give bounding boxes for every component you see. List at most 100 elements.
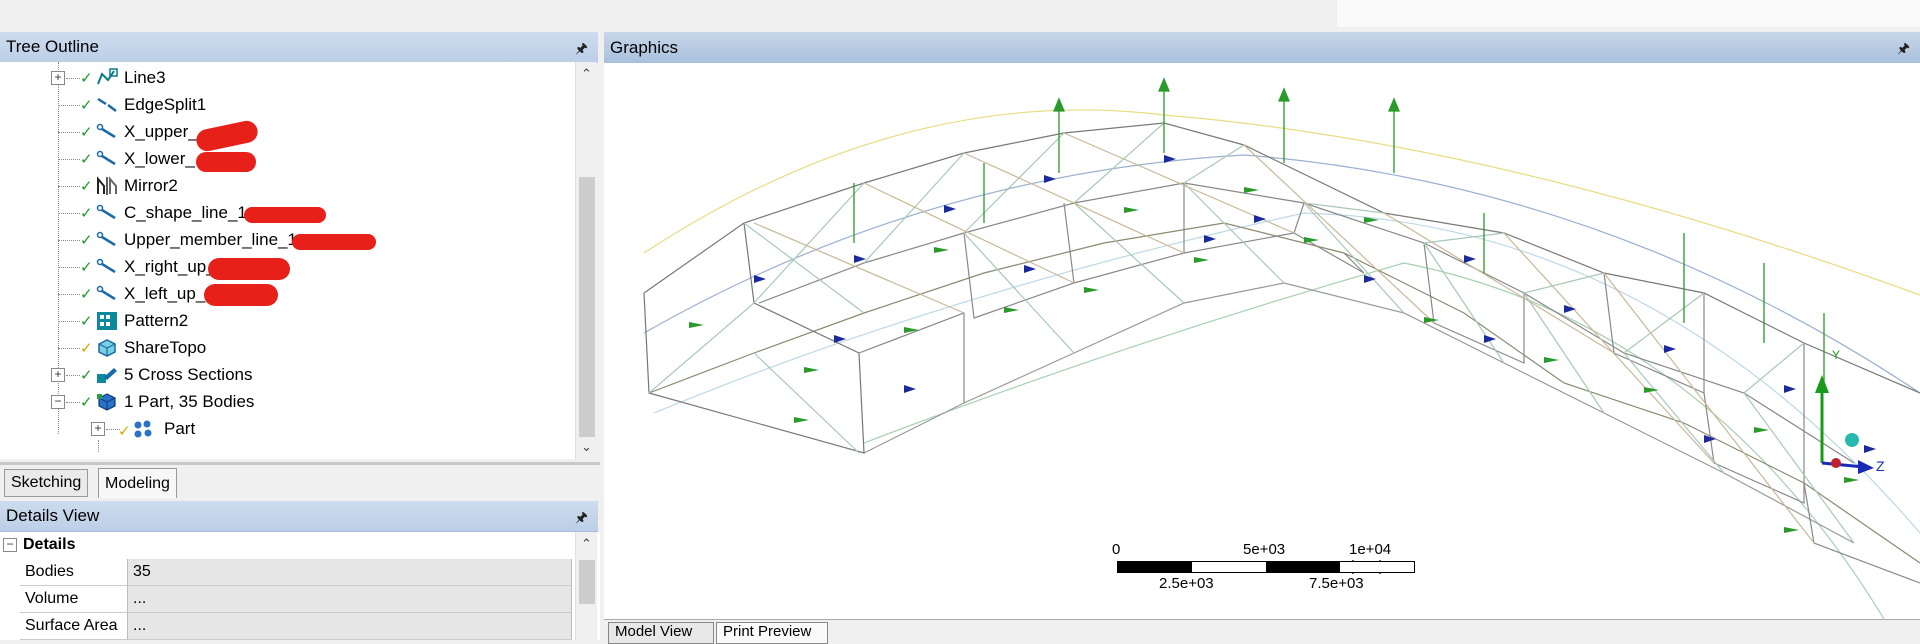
check-icon: ✓ (80, 70, 93, 87)
tree-item-label: Pattern2 (124, 311, 189, 330)
tree-connector (58, 294, 80, 295)
details-row-value: 35 (128, 559, 572, 586)
details-row-surface-area[interactable]: Surface Area ... (0, 613, 572, 640)
tree-connector (58, 348, 80, 349)
graphics-bottom-tabs: Model View Print Preview (604, 619, 1920, 644)
tree-item-label: 5 Cross Sections (124, 365, 253, 384)
tab-modeling[interactable]: Modeling (98, 468, 177, 498)
model-viewport[interactable]: Y Z (604, 63, 1920, 619)
scroll-thumb[interactable] (579, 560, 595, 604)
tree-item-label: EdgeSplit1 (124, 95, 207, 114)
redaction-mark (208, 258, 290, 280)
details-scrollbar[interactable]: ⌃ (575, 532, 597, 640)
pin-icon[interactable]: 🖈 (575, 507, 588, 531)
tree-connector (58, 105, 80, 106)
check-icon: ✓ (80, 340, 93, 357)
line-body-icon (96, 123, 116, 139)
part-icon (134, 420, 152, 438)
tree-connector (66, 402, 80, 403)
details-view-header: Details View 🖈 (0, 501, 598, 532)
line-body-icon (96, 150, 116, 166)
details-row-volume[interactable]: Volume ... (0, 586, 572, 613)
expand-icon[interactable]: + (91, 422, 105, 436)
tree-item-pattern2[interactable]: ✓ Pattern2 (0, 308, 575, 335)
details-view-title: Details View (6, 506, 100, 525)
check-icon: ✓ (80, 205, 93, 222)
tree-item-label: C_shape_line_1 (124, 203, 247, 222)
pin-icon[interactable]: 🖈 (575, 38, 588, 62)
scale-bar-graphic (1117, 561, 1415, 573)
check-icon: ✓ (118, 423, 131, 440)
scroll-down-icon[interactable]: ⌄ (581, 439, 592, 455)
details-row-bodies[interactable]: Bodies 35 (0, 559, 572, 586)
check-icon: ✓ (80, 394, 93, 411)
tree-connector (58, 159, 80, 160)
scroll-up-icon[interactable]: ⌃ (581, 536, 592, 552)
details-row-name: Bodies (20, 559, 128, 586)
tree-outline-header: Tree Outline 🖈 (0, 32, 598, 63)
tree-item-x-left-up[interactable]: ✓ X_left_up_ (0, 281, 575, 308)
edge-split-icon (97, 97, 117, 112)
details-view: − Details Bodies 35 Volume ... Surface A… (0, 532, 600, 640)
mode-tabs: Sketching Modeling (0, 462, 600, 498)
tree-connector (58, 213, 80, 214)
tree-connector (66, 78, 80, 79)
tree-item-part-bodies[interactable]: − ✓ 1 Part, 35 Bodies (0, 389, 575, 416)
top-strip-highlight (1337, 0, 1920, 27)
check-icon: ✓ (80, 124, 93, 141)
redaction-mark (292, 234, 376, 250)
tree-item-label: X_upper_ (124, 122, 198, 141)
tree-item-mirror2[interactable]: ✓ Mirror2 (0, 173, 575, 200)
tree-connector (58, 321, 80, 322)
redaction-mark (244, 207, 326, 223)
tab-print-preview[interactable]: Print Preview (716, 622, 828, 644)
collapse-icon[interactable]: − (51, 395, 65, 409)
check-icon: ✓ (80, 367, 93, 384)
tree-connector (58, 240, 80, 241)
redaction-mark (196, 152, 256, 172)
pin-icon[interactable]: 🖈 (1897, 38, 1910, 62)
tree-item-label: Mirror2 (124, 176, 178, 195)
axis-triad: Y Z (1815, 348, 1885, 474)
tree-item-part[interactable]: + ✓ Part (0, 416, 575, 443)
tree-scrollbar[interactable]: ⌃ ⌄ (575, 62, 597, 459)
tree-item-upper-member-line[interactable]: ✓ Upper_member_line_1 (0, 227, 575, 254)
scale-label-0: 0 (1112, 541, 1121, 558)
tree-item-x-upper[interactable]: ✓ X_upper_ (0, 119, 575, 146)
left-column: Tree Outline 🖈 + ✓ Line3 ✓ EdgeSplit1 ✓ … (0, 30, 600, 640)
line-body-icon (96, 231, 116, 247)
tree-item-x-lower[interactable]: ✓ X_lower_ (0, 146, 575, 173)
load-arrows-green (853, 77, 1825, 393)
details-row-name: Surface Area (20, 613, 128, 640)
tab-model-view[interactable]: Model View (608, 622, 714, 644)
tree-item-edgesplit1[interactable]: ✓ EdgeSplit1 (0, 92, 575, 119)
tree-outline: + ✓ Line3 ✓ EdgeSplit1 ✓ X_upper_ ✓ X_lo… (0, 62, 575, 459)
tree-item-label: X_left_up_ (124, 284, 206, 303)
scale-bar: 0 5e+03 1e+04 (mm) 2.5e+03 7.5e+03 (1109, 541, 1429, 601)
tree-item-label: ShareTopo (124, 338, 207, 357)
check-icon: ✓ (80, 313, 93, 330)
scale-label-5e3: 5e+03 (1243, 541, 1286, 558)
tree-connector (58, 186, 80, 187)
expand-icon[interactable]: + (51, 71, 65, 85)
tree-item-sharetopo[interactable]: ✓ ShareTopo (0, 335, 575, 362)
expand-icon[interactable]: + (51, 368, 65, 382)
tree-connector (58, 267, 80, 268)
scroll-up-icon[interactable]: ⌃ (581, 66, 592, 82)
graphics-panel: Graphics 🖈 Y Z 0 5e+03 1e+04 2.5e+03 7.5… (604, 32, 1920, 644)
line-body-icon (96, 285, 116, 301)
tree-item-cross-sections[interactable]: + ✓ 5 Cross Sections (0, 362, 575, 389)
tree-item-label: 1 Part, 35 Bodies (124, 392, 255, 411)
details-row-value: ... (128, 613, 572, 640)
tree-item-line3[interactable]: + ✓ Line3 (0, 65, 575, 92)
details-section-header[interactable]: − Details (0, 532, 572, 559)
tree-item-label: Upper_member_line_1 (124, 230, 297, 249)
scroll-thumb[interactable] (579, 177, 595, 437)
tree-connector (66, 375, 80, 376)
collapse-icon[interactable]: − (3, 538, 17, 552)
check-icon: ✓ (80, 151, 93, 168)
tab-sketching[interactable]: Sketching (4, 469, 89, 497)
details-row-value: ... (128, 586, 572, 613)
line-body-icon (96, 204, 116, 220)
tree-item-label: Part (164, 419, 196, 438)
